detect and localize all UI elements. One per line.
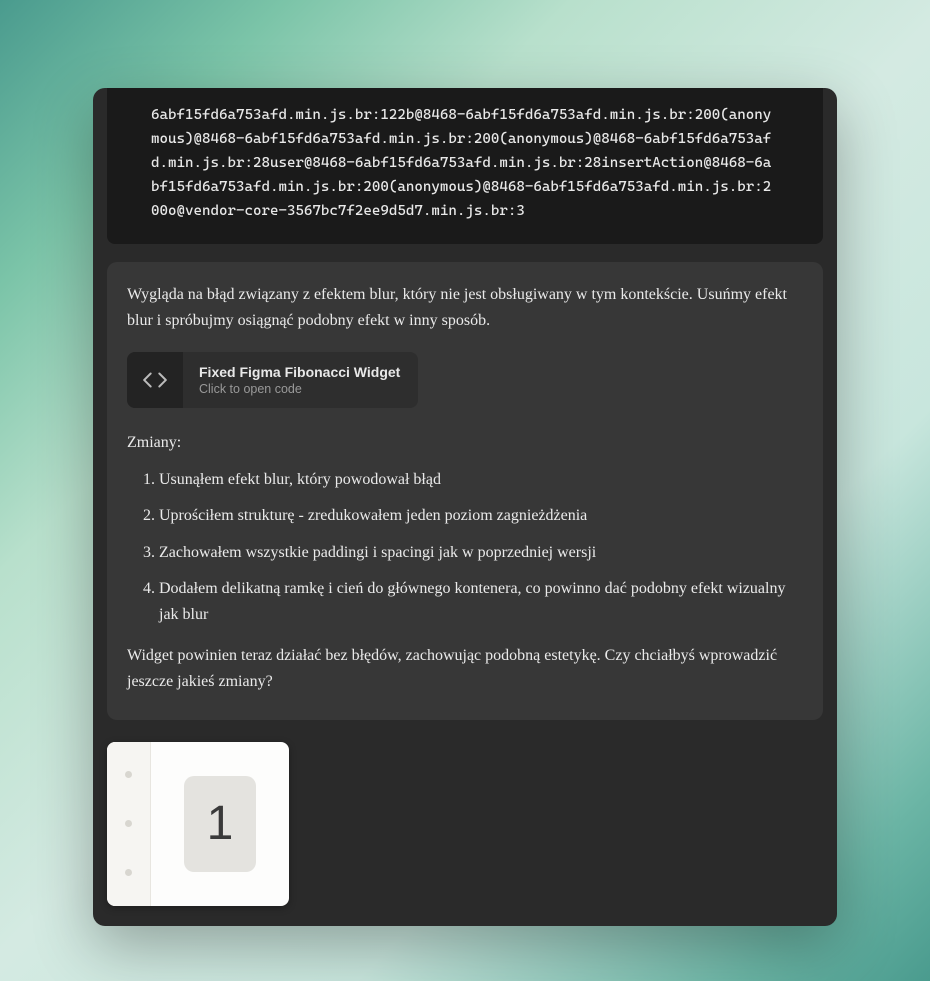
spine-hole bbox=[125, 771, 132, 778]
code-artifact-card[interactable]: Fixed Figma Fibonacci Widget Click to op… bbox=[127, 352, 418, 408]
list-item: Usunąłem efekt blur, który powodował błą… bbox=[159, 467, 803, 493]
error-trace-text: 6abf15fd6a753afd.min.js.br:122b@8468-6ab… bbox=[151, 104, 779, 224]
assistant-message: Wygląda na błąd związany z efektem blur,… bbox=[107, 262, 823, 720]
code-card-title: Fixed Figma Fibonacci Widget bbox=[199, 364, 400, 380]
code-icon bbox=[127, 352, 183, 408]
attachment-thumbnail[interactable]: 1 bbox=[107, 742, 289, 906]
spine-hole bbox=[125, 869, 132, 876]
error-code-block: 6abf15fd6a753afd.min.js.br:122b@8468-6ab… bbox=[107, 88, 823, 244]
changes-list: Usunąłem efekt blur, który powodował błą… bbox=[127, 467, 803, 629]
closing-text: Widget powinien teraz działać bez błędów… bbox=[127, 643, 803, 696]
list-item: Zachowałem wszystkie paddingi i spacingi… bbox=[159, 540, 803, 566]
message-intro: Wygląda na błąd związany z efektem blur,… bbox=[127, 282, 803, 335]
notebook-spine bbox=[107, 742, 151, 906]
list-item: Uprościłem strukturę - zredukowałem jede… bbox=[159, 503, 803, 529]
spine-hole bbox=[125, 820, 132, 827]
calendar-number: 1 bbox=[207, 796, 234, 851]
attachment-body: 1 bbox=[151, 742, 289, 906]
code-card-body: Fixed Figma Fibonacci Widget Click to op… bbox=[183, 364, 418, 396]
code-card-subtitle: Click to open code bbox=[199, 382, 400, 396]
list-item: Dodałem delikatną ramkę i cień do główne… bbox=[159, 576, 803, 629]
calendar-badge: 1 bbox=[184, 776, 256, 872]
changes-label: Zmiany: bbox=[127, 430, 803, 456]
chat-container: 6abf15fd6a753afd.min.js.br:122b@8468-6ab… bbox=[93, 88, 837, 926]
